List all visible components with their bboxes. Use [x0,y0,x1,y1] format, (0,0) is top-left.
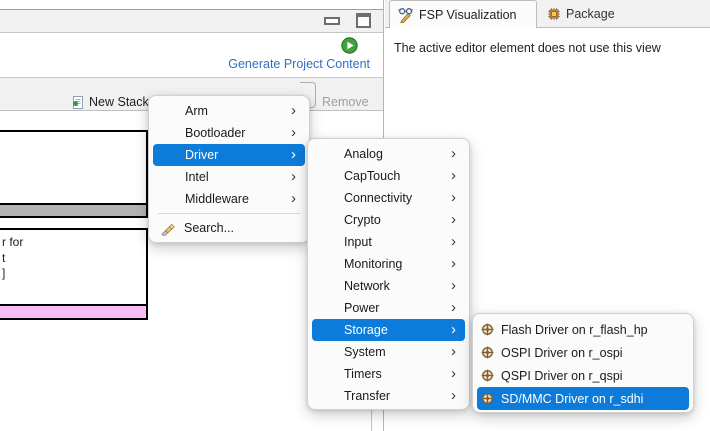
fsp-visualization-icon [398,7,414,23]
submenu-chevron-icon [451,234,456,249]
menu-item-network[interactable]: Network [312,275,465,297]
tab-fsp-visualization-label: FSP Visualization [419,8,517,22]
search-flashlight-icon [161,221,176,236]
submenu-chevron-icon [451,388,456,403]
menu-item-timers[interactable]: Timers [312,363,465,385]
menu-item-ospi-driver[interactable]: OSPI Driver on r_ospi [477,341,689,364]
module-crosshair-icon [481,392,494,405]
submenu-chevron-icon [291,125,296,140]
menu-item-captouch[interactable]: CapTouch [312,165,465,187]
tab-package[interactable]: Package [541,1,615,27]
menu-item-intel[interactable]: Intel [153,166,305,188]
menu-item-sd-mmc-driver[interactable]: SD/MMC Driver on r_sdhi [477,387,689,410]
tab-fsp-visualization[interactable]: FSP Visualization [389,0,537,28]
minimize-view-icon[interactable] [324,17,340,25]
menu-item-qspi-driver[interactable]: QSPI Driver on r_qspi [477,364,689,387]
generate-project-content-link[interactable]: Generate Project Content [0,57,370,71]
stack-module-pink-bar [0,304,146,318]
submenu-chevron-icon [451,256,456,271]
package-chip-icon [547,7,561,21]
context-menu-driver-categories: Analog CapTouch Connectivity Crypto Inpu… [307,138,470,410]
stack-module-box-1[interactable] [0,130,148,218]
submenu-chevron-icon [451,344,456,359]
submenu-chevron-icon [291,147,296,162]
stack-module-text: r fort] [2,235,23,282]
generate-play-icon[interactable] [341,37,358,54]
menu-item-input[interactable]: Input [312,231,465,253]
context-menu-categories: Arm Bootloader Driver Intel Middleware [148,95,310,243]
submenu-chevron-icon [451,300,456,315]
menu-item-bootloader[interactable]: Bootloader [153,122,305,144]
menu-item-search[interactable]: Search... [153,217,305,239]
menu-item-system[interactable]: System [312,341,465,363]
maximize-view-icon[interactable] [356,13,371,28]
fsp-configuration-window: Generate Project Content New Stack Remov… [0,0,710,431]
new-stack-button[interactable]: New Stack [70,92,149,112]
menu-item-arm[interactable]: Arm [153,100,305,122]
menu-item-driver[interactable]: Driver [153,144,305,166]
submenu-chevron-icon [451,212,456,227]
module-crosshair-icon [481,323,494,336]
menu-item-monitoring[interactable]: Monitoring [312,253,465,275]
menu-item-middleware[interactable]: Middleware [153,188,305,210]
stack-module-gray-bar [0,203,146,216]
menu-item-transfer[interactable]: Transfer [312,385,465,407]
stack-module-box-2[interactable]: r fort] [0,228,148,320]
submenu-chevron-icon [451,366,456,381]
submenu-chevron-icon [291,191,296,206]
submenu-chevron-icon [291,169,296,184]
submenu-chevron-icon [451,168,456,183]
new-stack-icon [70,95,84,110]
remove-button[interactable]: Remove [322,92,369,112]
view-message: The active editor element does not use t… [394,41,661,55]
menu-item-storage[interactable]: Storage [312,319,465,341]
submenu-chevron-icon [451,322,456,337]
new-stack-label: New Stack [89,95,149,109]
menu-item-flash-driver[interactable]: Flash Driver on r_flash_hp [477,318,689,341]
module-crosshair-icon [481,369,494,382]
menu-item-crypto[interactable]: Crypto [312,209,465,231]
submenu-chevron-icon [451,278,456,293]
menu-item-power[interactable]: Power [312,297,465,319]
context-menu-storage-drivers: Flash Driver on r_flash_hp OSPI Driver o… [472,313,694,413]
submenu-chevron-icon [451,146,456,161]
menu-separator [158,213,300,214]
module-crosshair-icon [481,346,494,359]
submenu-chevron-icon [291,103,296,118]
submenu-chevron-icon [451,190,456,205]
menu-item-connectivity[interactable]: Connectivity [312,187,465,209]
tab-package-label: Package [566,7,615,21]
menu-item-analog[interactable]: Analog [312,143,465,165]
